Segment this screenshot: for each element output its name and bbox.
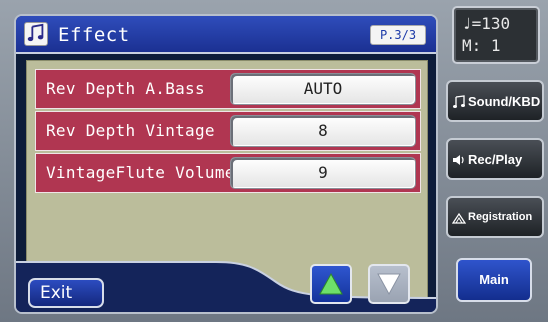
tempo-value: ♩=130 [462,14,511,33]
page-up-button[interactable] [310,264,352,304]
measure-value: M: 1 [462,36,501,55]
sound-kbd-button[interactable]: Sound/KBD [446,80,544,122]
param-row-vintageflute-volume: VintageFlute Volume 9 [35,153,421,193]
registration-icon [452,212,466,224]
param-value-button[interactable]: 8 [230,115,416,147]
effect-panel: Effect P.3/3 Rev Depth A.Bass AUTO Rev D… [14,14,438,314]
triangle-up-icon [319,272,343,295]
music-note-icon [453,95,465,108]
registration-button[interactable]: Registration [446,196,544,238]
page-down-button[interactable] [368,264,410,304]
param-value-button[interactable]: AUTO [230,73,416,105]
device-screen: Effect P.3/3 Rev Depth A.Bass AUTO Rev D… [0,0,548,322]
title-bar: Effect P.3/3 [16,16,436,54]
param-row-rev-depth-abass: Rev Depth A.Bass AUTO [35,69,421,109]
rec-play-label: Rec/Play [468,152,523,167]
rec-play-button[interactable]: Rec/Play [446,138,544,180]
exit-button[interactable]: Exit [28,278,104,308]
param-value-button[interactable]: 9 [230,157,416,189]
param-label: VintageFlute Volume [46,163,235,182]
page-indicator: P.3/3 [370,25,426,45]
triangle-down-icon [377,273,401,296]
param-label: Rev Depth A.Bass [46,79,205,98]
sound-kbd-label: Sound/KBD [468,94,541,109]
param-row-rev-depth-vintage: Rev Depth Vintage 8 [35,111,421,151]
speaker-icon [453,155,464,165]
music-notes-icon [24,22,48,46]
tempo-display: ♩=130 M: 1 [452,6,540,64]
main-button[interactable]: Main [456,258,532,302]
page-title: Effect [58,24,130,46]
registration-label: Registration [468,211,533,223]
param-label: Rev Depth Vintage [46,121,215,140]
